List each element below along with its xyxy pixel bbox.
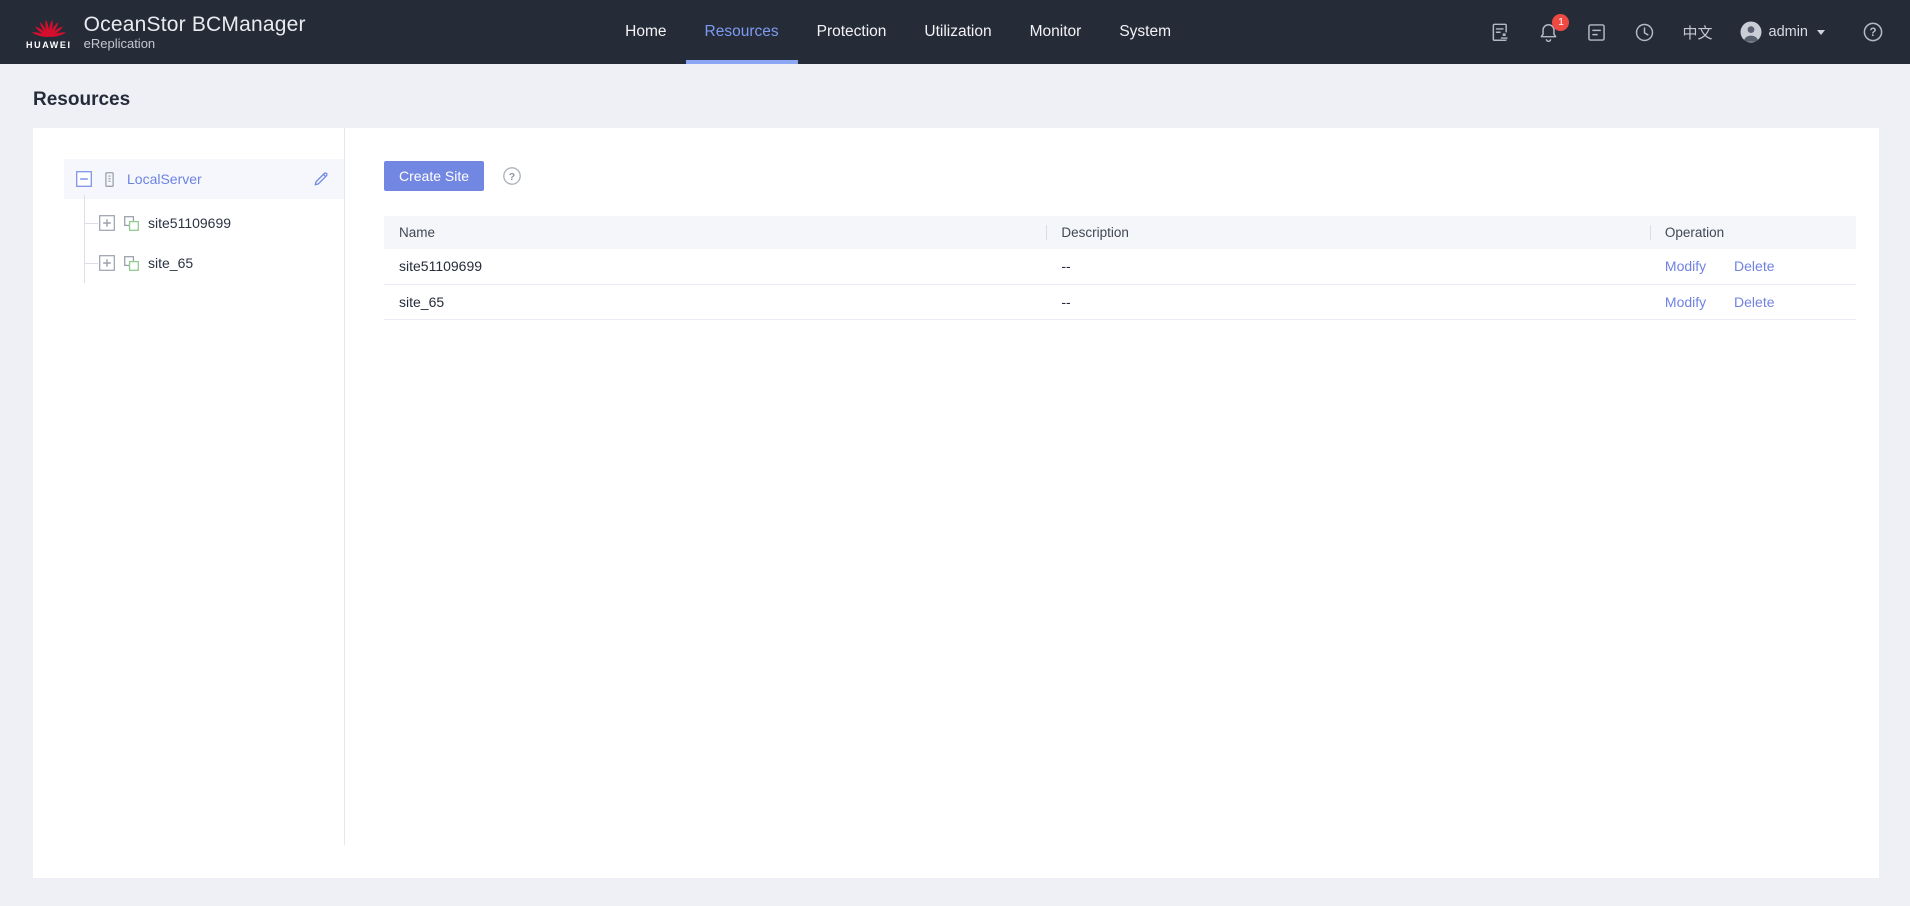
modify-link[interactable]: Modify [1665,258,1706,274]
expand-toggle-icon[interactable] [99,255,115,271]
history-button[interactable] [1634,22,1655,43]
huawei-logo: HUAWEI [26,15,72,50]
report-button[interactable] [1490,22,1511,43]
notifications-button[interactable]: 1 [1538,22,1559,43]
task-list-icon [1586,22,1607,43]
cell-operation: Modify Delete [1650,249,1856,284]
page-title: Resources [0,64,1910,128]
report-icon [1490,22,1511,43]
delete-link[interactable]: Delete [1734,258,1774,274]
sites-content: Create Site ? Name Description Operation [345,128,1879,878]
resources-panel: LocalServer si [33,128,1879,878]
tree-node-localserver[interactable]: LocalServer [64,159,345,199]
brand: HUAWEI OceanStor BCManager eReplication [26,13,306,52]
toolbar: Create Site ? [384,161,1856,191]
navbar-actions: 1 中文 admin [1490,21,1884,43]
collapse-toggle-icon[interactable] [76,171,92,187]
cell-name: site51109699 [384,249,1046,284]
help-button[interactable]: ? [1862,21,1884,43]
user-menu[interactable]: admin [1740,21,1826,43]
nav-item-monitor[interactable]: Monitor [1011,0,1101,64]
cell-description: -- [1046,249,1650,284]
cell-name: site_65 [384,284,1046,319]
username: admin [1769,24,1809,40]
column-header-name: Name [384,216,1046,249]
pencil-icon [311,169,331,189]
cell-operation: Modify Delete [1650,284,1856,319]
main-nav: Home Resources Protection Utilization Mo… [606,0,1190,64]
table-row: site_65 -- Modify Delete [384,284,1856,319]
top-navbar: HUAWEI OceanStor BCManager eReplication … [0,0,1910,64]
tasks-button[interactable] [1586,22,1607,43]
sites-table: Name Description Operation site51109699 … [384,216,1856,320]
product-name: OceanStor BCManager [84,13,306,36]
chevron-down-icon [1817,30,1825,35]
product-subtitle: eReplication [84,36,306,52]
create-site-button[interactable]: Create Site [384,161,484,191]
delete-link[interactable]: Delete [1734,294,1774,310]
nav-item-resources[interactable]: Resources [686,0,798,64]
nav-item-system[interactable]: System [1100,0,1190,64]
column-header-operation: Operation [1650,216,1856,249]
huawei-petal-logo-icon [31,15,67,39]
create-site-help-button[interactable]: ? [502,166,522,186]
expand-toggle-icon[interactable] [99,215,115,231]
tree-node-label[interactable]: site_65 [148,255,193,271]
table-header-row: Name Description Operation [384,216,1856,249]
tree-node-site51109699[interactable]: site51109699 [64,203,345,243]
huawei-wordmark: HUAWEI [26,40,72,50]
modify-link[interactable]: Modify [1665,294,1706,310]
site-icon [123,215,140,232]
tree-node-label[interactable]: LocalServer [127,171,202,187]
cell-description: -- [1046,284,1650,319]
language-switch[interactable]: 中文 [1682,22,1712,43]
table-row: site51109699 -- Modify Delete [384,249,1856,284]
server-icon [101,171,118,188]
clock-icon [1634,22,1655,43]
tree-node-label[interactable]: site51109699 [148,215,231,231]
site-icon [123,255,140,272]
column-header-description: Description [1046,216,1650,249]
tree-node-site-65[interactable]: site_65 [64,243,345,283]
nav-item-protection[interactable]: Protection [798,0,906,64]
edit-server-button[interactable] [311,169,331,189]
svg-text:?: ? [1869,27,1876,39]
tree-children: site51109699 site_65 [64,199,345,283]
help-icon: ? [1862,21,1884,43]
server-tree: LocalServer si [33,128,345,878]
svg-text:?: ? [509,171,515,183]
avatar-icon [1740,21,1762,43]
question-icon: ? [502,166,522,186]
nav-item-utilization[interactable]: Utilization [905,0,1010,64]
brand-text: OceanStor BCManager eReplication [84,13,306,52]
notification-badge: 1 [1552,14,1569,31]
nav-item-home[interactable]: Home [606,0,685,64]
